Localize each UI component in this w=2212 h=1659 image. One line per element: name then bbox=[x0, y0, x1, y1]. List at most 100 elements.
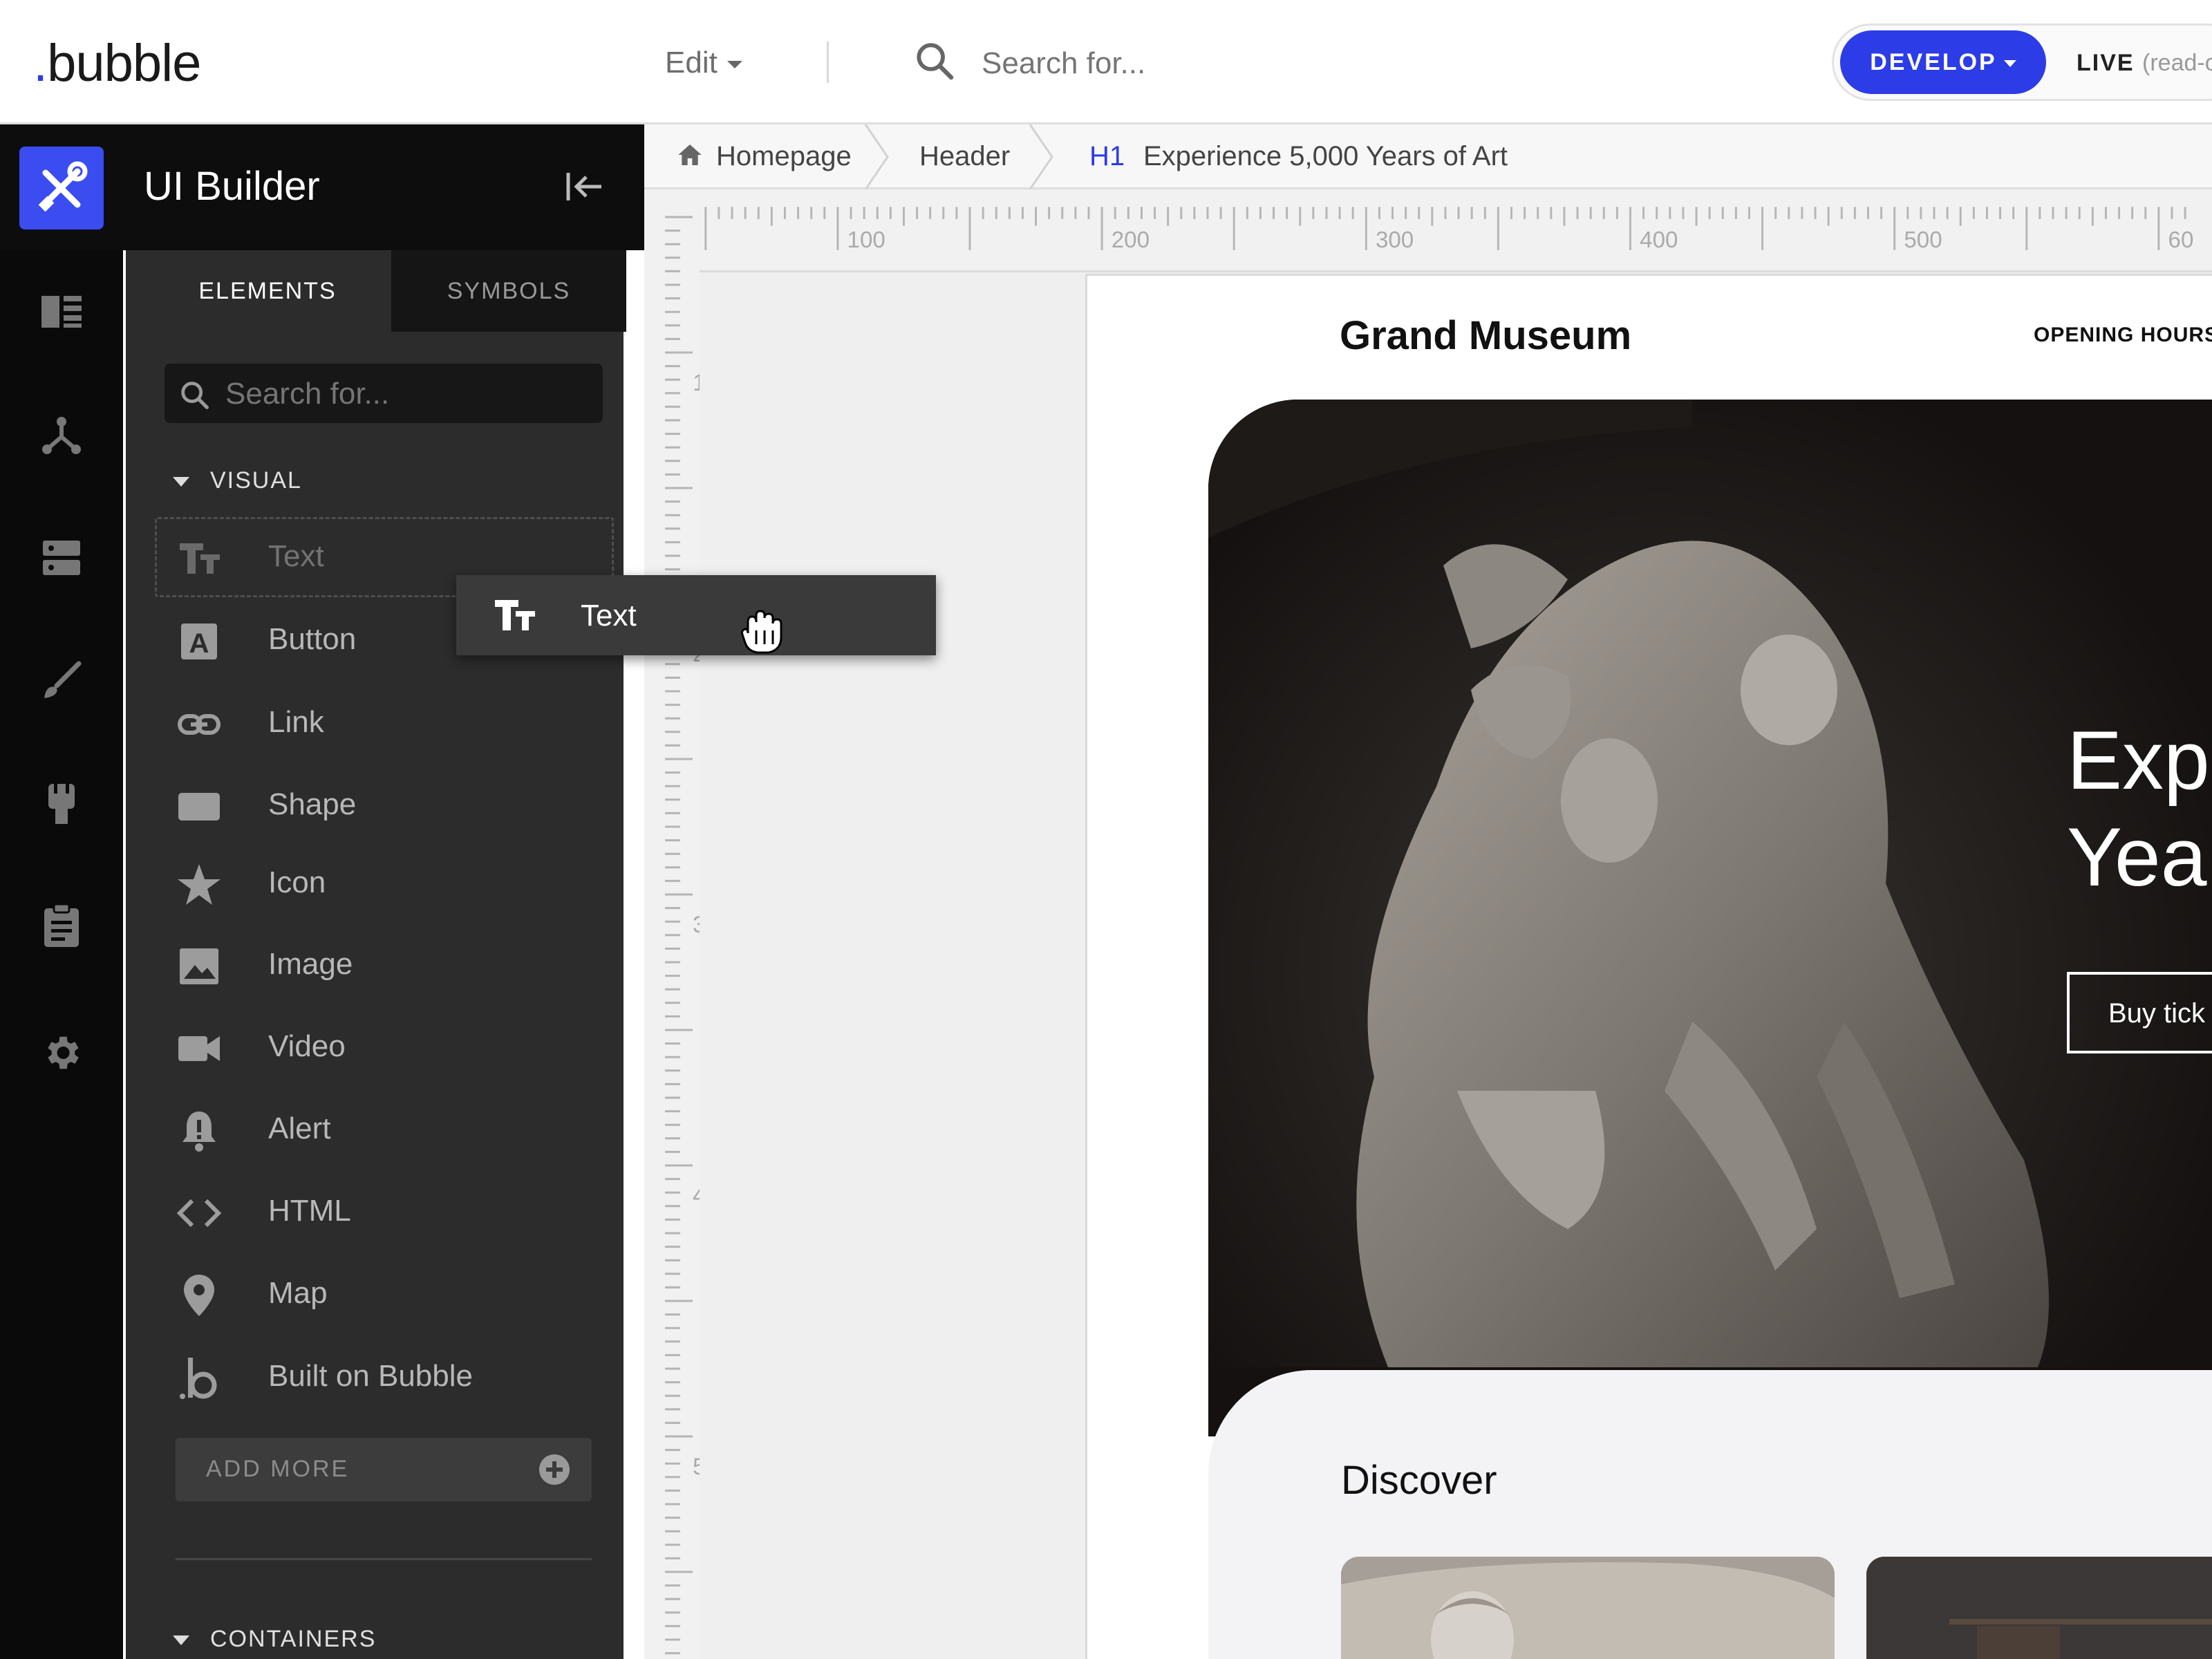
settings-icon[interactable] bbox=[40, 1031, 83, 1074]
design-icon[interactable] bbox=[40, 293, 83, 330]
element-item-label: Map bbox=[268, 1276, 328, 1310]
ruler-top-label-400: 400 bbox=[1640, 227, 1678, 253]
link-icon bbox=[178, 714, 221, 735]
logo-text: bubble bbox=[47, 34, 201, 93]
element-item-icon[interactable]: Icon bbox=[156, 846, 612, 922]
element-item-alert[interactable]: Alert bbox=[156, 1092, 612, 1168]
element-item-label: Button bbox=[268, 622, 357, 656]
breadcrumb-separator-icon bbox=[864, 124, 889, 189]
element-item-video[interactable]: Video bbox=[156, 1010, 612, 1086]
hero-title-line-1: Exp bbox=[2067, 714, 2210, 807]
ruler-top-label-600: 60 bbox=[2168, 227, 2194, 253]
logo-dot: . bbox=[33, 34, 48, 93]
live-button[interactable]: LIVE (read-o bbox=[2077, 50, 2212, 77]
element-item-html[interactable]: HTML bbox=[156, 1174, 612, 1250]
top-search-input[interactable] bbox=[982, 43, 1341, 84]
ruler-top-label-200: 200 bbox=[1112, 227, 1150, 253]
dragged-text-element[interactable]: Text bbox=[456, 575, 936, 655]
discover-card-1[interactable] bbox=[1341, 1557, 1835, 1659]
ruler-left-label-400: 400 bbox=[693, 1183, 700, 1209]
collapse-panel-icon[interactable] bbox=[564, 166, 606, 207]
element-item-shape[interactable]: Shape bbox=[156, 768, 612, 844]
dragged-element-label: Text bbox=[581, 599, 637, 632]
data-icon[interactable] bbox=[41, 538, 82, 578]
caret-down-icon bbox=[173, 477, 189, 487]
image-icon bbox=[180, 948, 218, 984]
element-item-map[interactable]: Map bbox=[156, 1257, 612, 1333]
section-containers[interactable]: CONTAINERS bbox=[173, 1626, 376, 1653]
caret-down-icon bbox=[2003, 60, 2016, 68]
panel-search-input[interactable] bbox=[225, 373, 585, 415]
video-icon bbox=[178, 1036, 220, 1061]
buy-tickets-button[interactable]: Buy tick bbox=[2067, 972, 2212, 1053]
develop-button[interactable]: DEVELOP bbox=[1840, 30, 2046, 94]
workflow-icon[interactable] bbox=[40, 413, 83, 456]
text-icon bbox=[180, 543, 220, 574]
breadcrumb-header[interactable]: Header bbox=[919, 141, 1010, 172]
svg-text:A: A bbox=[189, 628, 209, 659]
element-item-label: Text bbox=[268, 539, 324, 573]
section-visual[interactable]: VISUAL bbox=[173, 467, 302, 494]
ruler-top-label-100: 100 bbox=[847, 227, 885, 253]
develop-label: DEVELOP bbox=[1870, 49, 1997, 75]
discover-card-2[interactable] bbox=[1866, 1557, 2212, 1659]
map-pin-icon bbox=[184, 1275, 214, 1316]
element-item-label: Alert bbox=[268, 1112, 331, 1145]
breadcrumb-tag: H1 bbox=[1089, 141, 1125, 171]
element-item-label: Image bbox=[268, 947, 353, 981]
ruler-top-label-500: 500 bbox=[1904, 227, 1942, 253]
tab-symbols[interactable]: SYMBOLS bbox=[391, 250, 626, 332]
search-icon bbox=[181, 382, 209, 409]
statue-image bbox=[1208, 400, 2212, 1436]
add-more-button[interactable]: ADD MORE bbox=[176, 1438, 592, 1501]
bubble-logo-icon bbox=[180, 1358, 217, 1399]
add-more-label: ADD MORE bbox=[206, 1456, 350, 1482]
hero-title[interactable]: Exp Year bbox=[2067, 712, 2212, 906]
discover-title[interactable]: Discover bbox=[1341, 1457, 1497, 1503]
ruler-left-label-300: 300 bbox=[693, 912, 700, 938]
plus-icon bbox=[539, 1454, 570, 1485]
caret-down-icon bbox=[727, 60, 742, 68]
text-icon bbox=[495, 600, 535, 630]
logs-icon[interactable] bbox=[43, 903, 80, 948]
ui-builder-button[interactable] bbox=[19, 147, 104, 229]
nav-opening-hours[interactable]: OPENING HOURS bbox=[2034, 324, 2212, 347]
element-item-label: Built on Bubble bbox=[268, 1359, 473, 1393]
ruler-top-label-300: 300 bbox=[1376, 227, 1414, 253]
plugins-icon[interactable] bbox=[46, 781, 77, 827]
ruler-top: 100 200 300 400 500 60 bbox=[644, 189, 2212, 272]
caret-down-icon bbox=[173, 1635, 189, 1646]
site-title[interactable]: Grand Museum bbox=[1340, 312, 1631, 359]
ruler-left-label-100: 100 bbox=[693, 370, 700, 396]
element-item-label: Video bbox=[268, 1029, 346, 1063]
bell-icon bbox=[182, 1112, 216, 1152]
breadcrumb-separator-icon bbox=[1029, 124, 1053, 189]
icon-rail bbox=[0, 124, 123, 1659]
breadcrumb-current-element[interactable]: Experience 5,000 Years of Art bbox=[1143, 141, 1508, 172]
element-item-built-on-bubble[interactable]: Built on Bubble bbox=[156, 1340, 612, 1416]
bubble-logo[interactable]: .bubble bbox=[33, 33, 201, 93]
divider bbox=[827, 41, 829, 83]
element-item-image[interactable]: Image bbox=[156, 928, 612, 1004]
element-item-label: Link bbox=[268, 705, 324, 739]
tab-elements[interactable]: ELEMENTS bbox=[144, 250, 391, 332]
divider bbox=[176, 1558, 592, 1560]
home-icon bbox=[678, 144, 702, 165]
element-item-label: Icon bbox=[268, 865, 326, 899]
styles-icon[interactable] bbox=[41, 661, 82, 701]
grab-cursor-icon bbox=[741, 610, 782, 654]
edit-menu[interactable]: Edit bbox=[665, 46, 742, 80]
breadcrumb-homepage[interactable]: Homepage bbox=[716, 141, 852, 172]
code-icon bbox=[177, 1199, 221, 1228]
hero-section[interactable] bbox=[1208, 400, 2212, 1436]
tools-icon bbox=[38, 161, 88, 212]
shape-icon bbox=[178, 793, 220, 821]
ruler-left: 100 200 300 400 500 bbox=[644, 189, 700, 1659]
element-item-link[interactable]: Link bbox=[156, 686, 612, 762]
live-label: LIVE bbox=[2077, 50, 2135, 76]
search-icon bbox=[917, 43, 954, 80]
element-item-label: Shape bbox=[268, 787, 357, 821]
edit-label: Edit bbox=[665, 46, 718, 79]
element-item-label: HTML bbox=[268, 1194, 351, 1228]
star-icon bbox=[178, 864, 221, 905]
